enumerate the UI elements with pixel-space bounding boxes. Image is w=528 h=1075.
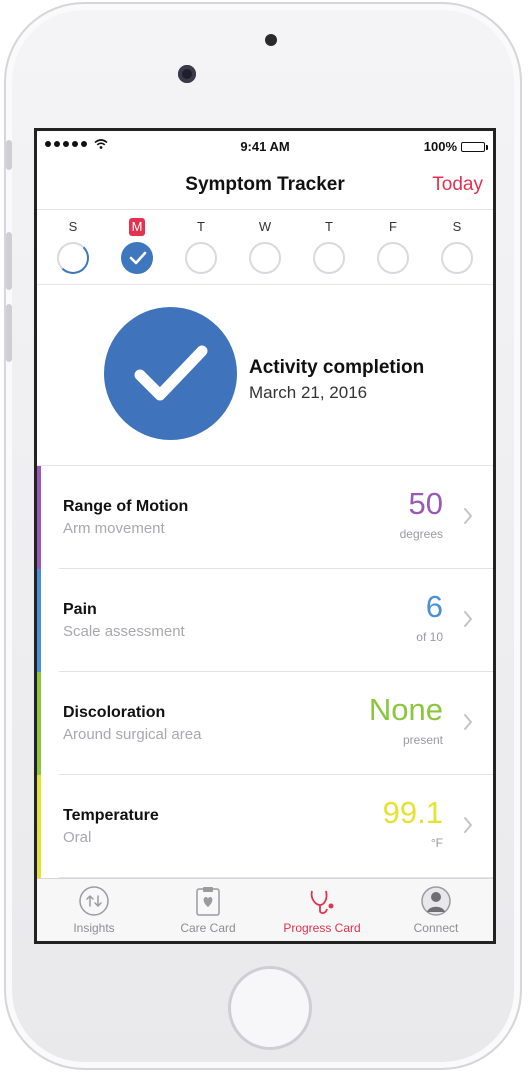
category-color-bar	[37, 775, 41, 878]
chevron-right-icon	[464, 817, 472, 833]
day-4[interactable]: T	[307, 218, 351, 274]
symptom-value: 6	[425, 589, 443, 624]
tab-label: Progress Card	[283, 921, 361, 935]
day-progress-ring	[57, 242, 89, 274]
day-letter: M	[128, 218, 146, 236]
day-2[interactable]: T	[179, 218, 223, 274]
home-button[interactable]	[228, 966, 312, 1050]
tab-label: Care Card	[180, 921, 236, 935]
symptom-value: 50	[408, 486, 443, 521]
tab-label: Insights	[73, 921, 115, 935]
symptom-title: Temperature	[63, 807, 159, 824]
week-strip: SMTWTFS	[37, 210, 493, 285]
symptom-unit: present	[402, 733, 443, 747]
day-progress-ring	[441, 242, 473, 274]
symptom-subtitle: Arm movement	[63, 520, 165, 537]
tab-bar: Insights Care Card Progress Card Connect	[37, 878, 493, 941]
category-color-bar	[37, 569, 41, 672]
summary-date: March 21, 2016	[249, 383, 368, 402]
symptom-value: 99.1	[382, 795, 443, 830]
tab-progress-card[interactable]: Progress Card	[267, 885, 377, 935]
day-letter: S	[452, 219, 462, 234]
day-progress-ring	[121, 242, 153, 274]
today-button[interactable]: Today	[432, 174, 483, 196]
symptom-title: Range of Motion	[63, 498, 189, 515]
activity-summary: Activity completion March 21, 2016	[37, 285, 493, 466]
status-bar: 9:41 AM 100%	[37, 131, 493, 161]
tab-insights[interactable]: Insights	[39, 885, 149, 935]
person-icon	[420, 885, 452, 917]
completion-ring	[104, 307, 237, 440]
category-color-bar	[37, 672, 41, 775]
day-progress-ring	[185, 242, 217, 274]
symptom-row[interactable]: Discoloration Around surgical area None pre…	[37, 672, 493, 775]
care-card-icon	[192, 885, 224, 917]
tab-care-card[interactable]: Care Card	[153, 885, 263, 935]
stethoscope-icon	[306, 885, 338, 917]
day-letter: T	[325, 219, 333, 234]
mute-switch	[6, 140, 12, 170]
symptom-subtitle: Around surgical area	[63, 726, 202, 743]
insights-icon	[78, 885, 110, 917]
day-letter: F	[389, 219, 397, 234]
chevron-right-icon	[464, 611, 472, 627]
symptom-list: Range of Motion Arm movement 50 degrees Pain…	[37, 466, 493, 878]
day-3[interactable]: W	[243, 218, 287, 274]
chevron-right-icon	[464, 714, 472, 730]
checkmark-icon	[129, 251, 147, 265]
day-progress-ring	[313, 242, 345, 274]
day-progress-ring	[249, 242, 281, 274]
battery-percent: 100%	[423, 139, 457, 154]
symptom-unit: degrees	[399, 527, 443, 541]
screen: 9:41 AM 100% Symptom Tracker Today S M T W T…	[34, 128, 496, 944]
symptom-row[interactable]: Range of Motion Arm movement 50 degrees	[37, 466, 493, 569]
tab-connect[interactable]: Connect	[381, 885, 491, 935]
tab-label: Connect	[413, 921, 459, 935]
day-letter: W	[258, 219, 272, 234]
day-1[interactable]: M	[115, 218, 159, 274]
symptom-value: None	[368, 692, 443, 727]
category-color-bar	[37, 466, 41, 569]
symptom-row[interactable]: Pain Scale assessment 6 of 10	[37, 569, 493, 672]
day-5[interactable]: F	[371, 218, 415, 274]
symptom-title: Discoloration	[63, 704, 166, 721]
page-title: Symptom Tracker	[185, 174, 345, 195]
symptom-unit: °F	[430, 836, 443, 850]
day-0[interactable]: S	[51, 218, 95, 274]
volume-down-button	[6, 304, 12, 362]
summary-title: Activity completion	[249, 357, 425, 378]
volume-up-button	[6, 232, 12, 290]
day-6[interactable]: S	[435, 218, 479, 274]
symptom-row[interactable]: Temperature Oral 99.1 °F	[37, 775, 493, 878]
front-camera	[178, 65, 196, 83]
day-letter: S	[68, 219, 78, 234]
day-letter: T	[197, 219, 205, 234]
navigation-bar: Symptom Tracker Today	[37, 161, 493, 210]
symptom-subtitle: Scale assessment	[63, 623, 185, 640]
symptom-title: Pain	[63, 601, 97, 618]
battery-icon	[461, 141, 488, 152]
front-sensor	[265, 34, 277, 46]
checkmark-icon	[134, 345, 208, 401]
symptom-subtitle: Oral	[63, 829, 92, 846]
symptom-unit: of 10	[416, 630, 443, 644]
chevron-right-icon	[464, 508, 472, 524]
day-progress-ring	[377, 242, 409, 274]
